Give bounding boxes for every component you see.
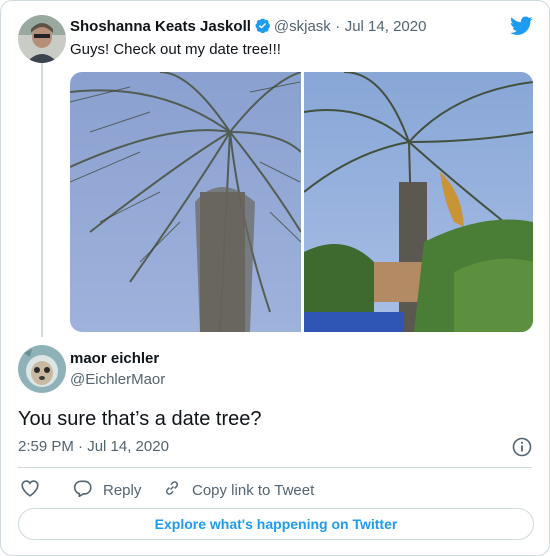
reply-label: Reply	[103, 481, 142, 499]
tweet-photo-2[interactable]	[304, 72, 533, 332]
separator-dot: ·	[335, 18, 341, 35]
explore-twitter-button[interactable]: Explore what's happening on Twitter	[18, 508, 534, 540]
author-name[interactable]: Shoshanna Keats Jaskoll	[70, 18, 251, 35]
divider	[18, 467, 532, 468]
link-icon	[163, 479, 192, 501]
like-button[interactable]	[20, 479, 51, 501]
tweet-date[interactable]: Jul 14, 2020	[345, 18, 427, 35]
reply-author-handle[interactable]: @EichlerMaor	[70, 371, 165, 388]
reply-author-name[interactable]: maor eichler	[70, 350, 159, 367]
author-handle[interactable]: @skjask	[274, 18, 331, 35]
info-icon[interactable]	[512, 437, 532, 462]
thread-connector-line	[41, 63, 43, 337]
copy-link-label: Copy link to Tweet	[192, 481, 315, 499]
reply-tweet-text: You sure that’s a date tree?	[18, 408, 262, 430]
reply-bubble-icon	[73, 479, 103, 501]
heart-icon	[20, 479, 51, 501]
reply-author-avatar[interactable]	[18, 345, 66, 393]
author-avatar[interactable]	[18, 15, 66, 63]
reply-button[interactable]: Reply	[73, 479, 141, 501]
twitter-bird-icon[interactable]	[510, 16, 533, 41]
tweet-photo-1[interactable]	[70, 72, 301, 332]
parent-tweet-header: Shoshanna Keats Jaskoll @skjask · Jul 14,…	[70, 17, 426, 36]
embedded-tweet-card: Shoshanna Keats Jaskoll @skjask · Jul 14,…	[0, 0, 550, 556]
copy-link-button[interactable]: Copy link to Tweet	[163, 479, 314, 501]
verified-badge-icon	[254, 17, 271, 34]
parent-tweet-text: Guys! Check out my date tree!!!	[70, 41, 281, 58]
tweet-timestamp[interactable]: 2:59 PM · Jul 14, 2020	[18, 438, 169, 455]
